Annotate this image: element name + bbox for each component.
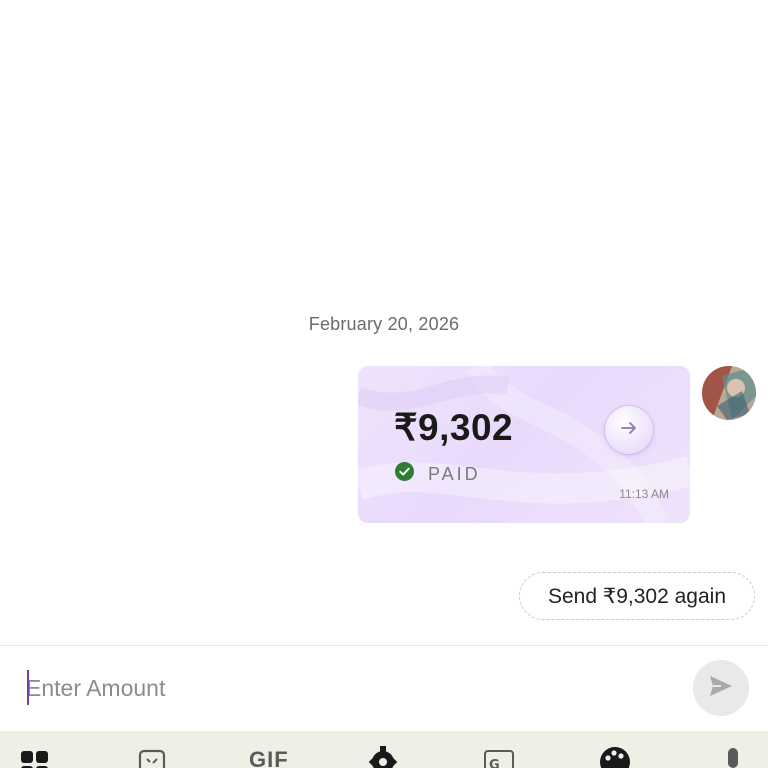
amount-input[interactable] (26, 668, 666, 708)
sticker-icon[interactable] (138, 745, 168, 768)
send-again-button[interactable]: Send ₹9,302 again (519, 572, 755, 620)
payment-status: PAID (395, 462, 481, 486)
check-circle-icon (395, 462, 414, 486)
gif-button[interactable]: GIF (249, 747, 289, 768)
palette-icon[interactable] (598, 743, 632, 768)
arrow-right-icon (618, 417, 640, 444)
payment-card[interactable]: ₹9,302 PAID 11:13 AM (358, 366, 690, 523)
text-cursor (27, 670, 29, 705)
payment-amount: ₹9,302 (394, 407, 514, 448)
translate-icon[interactable]: G (483, 745, 515, 768)
send-icon (707, 672, 735, 705)
svg-text:G: G (489, 758, 500, 768)
payment-details-button[interactable] (605, 406, 653, 454)
message-timestamp: 11:13 AM (619, 487, 669, 501)
status-label: PAID (428, 463, 481, 484)
keyboard-toolbar: GIF G (0, 731, 768, 768)
gear-icon[interactable] (366, 743, 400, 768)
avatar[interactable] (702, 366, 756, 420)
date-separator: February 20, 2026 (308, 314, 460, 334)
microphone-icon[interactable] (722, 745, 744, 768)
send-button[interactable] (693, 660, 749, 716)
chat-area: February 20, 2026 ₹9,302 PAID 11:13 AM S… (0, 0, 768, 645)
apps-grid-icon[interactable] (20, 745, 50, 768)
